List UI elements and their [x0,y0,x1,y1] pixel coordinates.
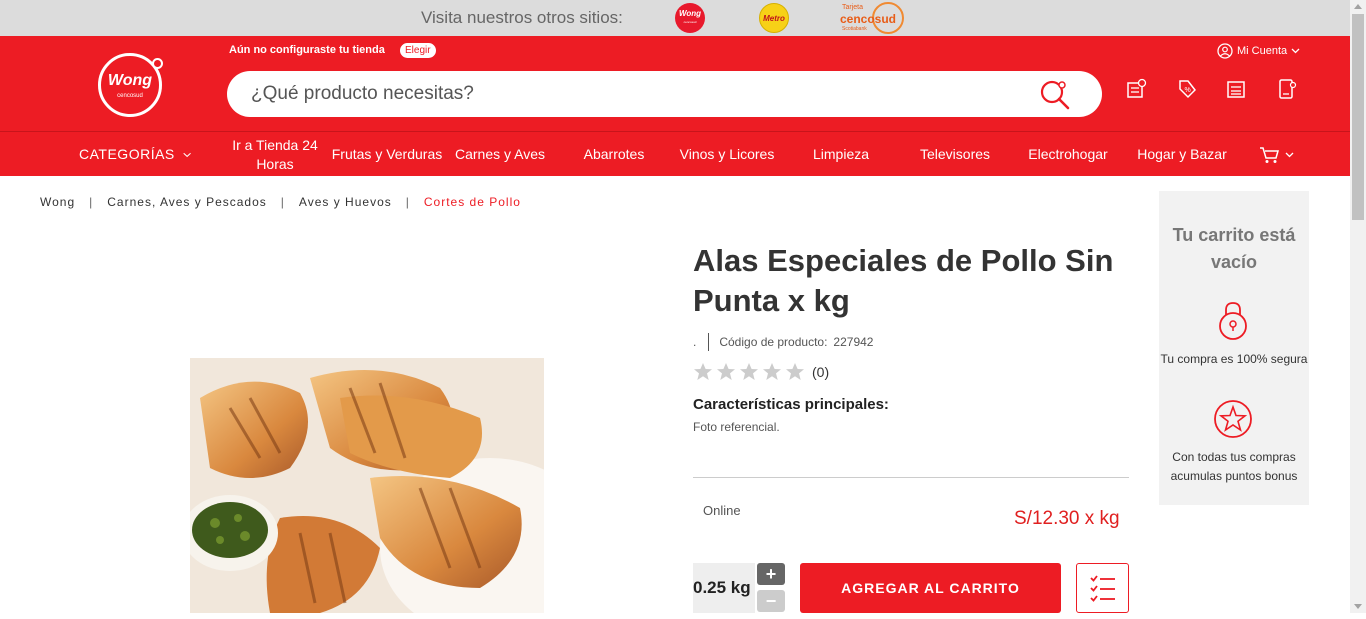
add-to-list-button[interactable] [1076,563,1129,613]
chicken-wings-photo [190,358,544,613]
rating-count: (0) [812,363,830,380]
nav-item-carnes-y-aves[interactable]: Carnes y Aves [450,132,550,177]
scroll-up-arrow-icon[interactable] [1354,4,1362,9]
breadcrumb-item[interactable]: Aves y Huevos [299,195,392,209]
chevron-down-icon [1291,48,1300,54]
search-icon[interactable] [1039,79,1071,111]
cart-menu[interactable] [1256,132,1296,177]
nav-item-limpieza[interactable]: Limpieza [806,132,876,177]
nav-item-frutas-y-verduras[interactable]: Frutas y Verduras [330,132,444,177]
star-icon [717,363,735,380]
cart-icon [1259,146,1279,163]
features-heading: Características principales: [693,396,889,413]
empty-cart-title: Tu carrito está vacío [1172,225,1296,272]
user-icon [1217,43,1233,59]
offers-tag-icon[interactable]: % [1176,78,1198,100]
my-account-label: Mi Cuenta [1237,45,1288,57]
other-sites-label: Visita nuestros otros sitios: [421,8,623,27]
scroll-down-arrow-icon[interactable] [1354,604,1362,609]
quantity-value[interactable]: 0.25 kg [693,578,751,598]
product-title: Alas Especiales de Pollo Sin Punta x kg [693,243,1114,318]
quantity-decrease-button[interactable]: − [757,590,785,612]
svg-text:%: % [1185,87,1191,94]
other-sites-bar: Visita nuestros otros sitios: Wong cencos… [0,0,1350,36]
cart-sidebar: Tu carrito está vacío Tu compra es 100% … [1159,191,1309,505]
scroll-thumb[interactable] [1352,14,1364,220]
product-brand: . [693,335,697,349]
nav-item-televisores[interactable]: Televisores [913,132,997,177]
main-header: Wong cencosud Aún no configuraste tu tie… [0,36,1350,131]
tarjeta-cencosud-logo[interactable]: Tarjeta cencosud Scotiabank [838,2,904,34]
product-rating[interactable]: (0) [693,362,829,381]
checklist-icon [1090,575,1115,602]
star-icon [763,363,781,380]
breadcrumb: Wong | Carnes, Aves y Pescados | Aves y Hu… [40,195,521,209]
nav-item-vinos-y-licores[interactable]: Vinos y Licores [672,132,782,177]
phone-icon[interactable] [1276,78,1298,100]
nav-item-tienda-24-horas[interactable]: Ir a Tienda 24 Horas [228,132,322,177]
chevron-down-icon [1285,152,1293,157]
product-code-row: . Código de producto: 227942 [693,333,873,351]
wong-logo[interactable]: Wong cencosud [98,53,163,117]
product-image[interactable] [190,358,544,613]
product-price: S/12.30 x kg [1014,508,1120,529]
star-icon [694,363,712,380]
star-icon [786,363,804,380]
page-scrollbar[interactable] [1350,0,1366,613]
choose-store-button[interactable]: Elegir [400,43,436,58]
orders-icon[interactable] [1125,78,1147,100]
main-nav: CATEGORÍAS Ir a Tienda 24 Horas Frutas y… [0,131,1350,176]
nav-item-electrohogar[interactable]: Electrohogar [1024,132,1112,177]
divider [693,477,1129,478]
bonus-points-text: Con todas tus compras acumulas puntos bo… [1170,450,1298,483]
secure-purchase-text: Tu compra es 100% segura [1160,352,1308,366]
add-to-cart-button[interactable]: AGREGAR AL CARRITO [800,563,1061,613]
nav-item-abarrotes[interactable]: Abarrotes [575,132,653,177]
chevron-down-icon [183,152,191,157]
product-code: 227942 [833,335,874,349]
wong-site-logo[interactable]: Wong cencosud [675,3,705,33]
breadcrumb-current: Cortes de Pollo [423,195,521,209]
star-bonus-icon [1214,400,1252,438]
metro-site-logo[interactable]: Metro [759,3,789,33]
star-icon [740,363,758,380]
breadcrumb-item[interactable]: Carnes, Aves y Pescados [107,195,267,209]
categories-menu[interactable]: CATEGORÍAS [79,132,191,177]
breadcrumb-item[interactable]: Wong [40,195,75,209]
nav-item-hogar-y-bazar[interactable]: Hogar y Bazar [1132,132,1232,177]
search-bar [227,71,1102,117]
quantity-increase-button[interactable]: + [757,563,785,585]
features-text: Foto referencial. [693,420,780,434]
product-code-label: Código de producto: [719,335,828,349]
list-icon[interactable] [1225,78,1247,100]
search-input[interactable] [251,71,1031,117]
store-config-message: Aún no configuraste tu tienda [229,44,385,56]
channel-label: Online [703,503,741,518]
my-account-menu[interactable]: Mi Cuenta [1217,43,1300,59]
lock-icon [1219,302,1247,340]
